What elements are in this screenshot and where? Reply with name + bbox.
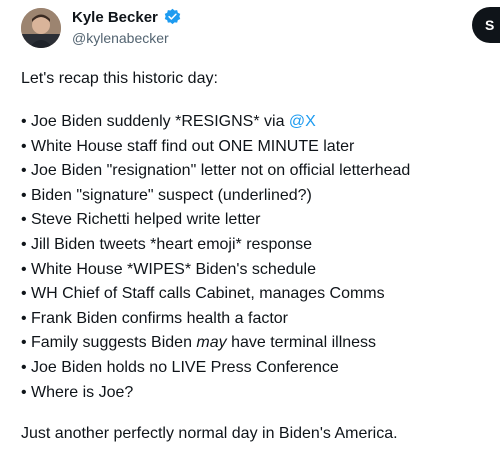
list-item-text: Biden "signature" suspect (underlined?): [31, 186, 312, 204]
tweet-outro: Just another perfectly normal day in Bid…: [21, 425, 398, 443]
bullet-icon: •: [21, 235, 27, 253]
list-item: • Where is Joe?: [21, 381, 491, 406]
tweet-intro: Let's recap this historic day:: [21, 70, 218, 87]
bullet-icon: •: [21, 285, 27, 303]
list-item-text: White House *WIPES* Biden's schedule: [31, 260, 316, 278]
bullet-icon: •: [21, 334, 27, 352]
list-item: • Family suggests Biden may have terminal…: [21, 331, 491, 356]
bullet-icon: •: [21, 113, 27, 130]
bullet-icon: •: [21, 162, 27, 180]
list-item-text: Family suggests Biden: [31, 334, 197, 352]
tweet-header: Kyle Becker @kylenabecker S: [0, 0, 500, 60]
list-item-text: WH Chief of Staff calls Cabinet, manages…: [31, 285, 385, 303]
bullet-icon: •: [21, 383, 27, 401]
bullet-icon: •: [21, 358, 27, 376]
list-item-emphasis: may: [196, 334, 227, 352]
mention-link[interactable]: @X: [289, 113, 316, 130]
list-item: • Frank Biden confirms health a factor: [21, 307, 491, 332]
list-item: • Jill Biden tweets *heart emoji* respons…: [21, 233, 491, 258]
list-item-text: Jill Biden tweets *heart emoji* response: [31, 235, 313, 253]
list-item: • Steve Richetti helped write letter: [21, 208, 491, 233]
bullet-icon: •: [21, 309, 27, 327]
subscribe-button[interactable]: S: [472, 7, 500, 43]
bullet-icon: •: [21, 137, 27, 155]
list-item-text: Joe Biden suddenly *RESIGNS* via: [31, 113, 289, 130]
author-handle[interactable]: @kylenabecker: [72, 30, 169, 46]
list-item: • White House *WIPES* Biden's schedule: [21, 258, 491, 283]
list-item: • Joe Biden suddenly *RESIGNS* via @X: [21, 110, 491, 135]
bullet-icon: •: [21, 260, 27, 278]
profile-photo-icon: [21, 8, 61, 48]
avatar[interactable]: [21, 8, 61, 48]
bullet-icon: •: [21, 186, 27, 204]
bullet-icon: •: [21, 211, 27, 229]
list-item-text: Frank Biden confirms health a factor: [31, 309, 289, 327]
tweet-body: Let's recap this historic day: • Joe Bide…: [21, 67, 491, 462]
list-item-text: Steve Richetti helped write letter: [31, 211, 261, 229]
list-item: • Joe Biden holds no LIVE Press Conferenc…: [21, 356, 491, 381]
list-item-text-end: have terminal illness: [226, 334, 377, 352]
list-item-text: Joe Biden holds no LIVE Press Conference: [31, 358, 339, 376]
list-item-text: Joe Biden "resignation" letter not on of…: [31, 162, 411, 180]
recap-list: • Joe Biden suddenly *RESIGNS* via @X • Whi…: [21, 110, 491, 405]
author-name[interactable]: Kyle Becker: [72, 9, 158, 26]
list-item: • White House staff find out ONE MINUTE l…: [21, 135, 491, 160]
list-item: • Biden "signature" suspect (underlined?): [21, 184, 491, 209]
list-item: • WH Chief of Staff calls Cabinet, manage…: [21, 282, 491, 307]
list-item-text: White House staff find out ONE MINUTE la…: [31, 137, 355, 155]
verified-badge-icon: [164, 8, 181, 25]
list-item: • Joe Biden "resignation" letter not on o…: [21, 159, 491, 184]
list-item-text: Where is Joe?: [31, 383, 134, 401]
